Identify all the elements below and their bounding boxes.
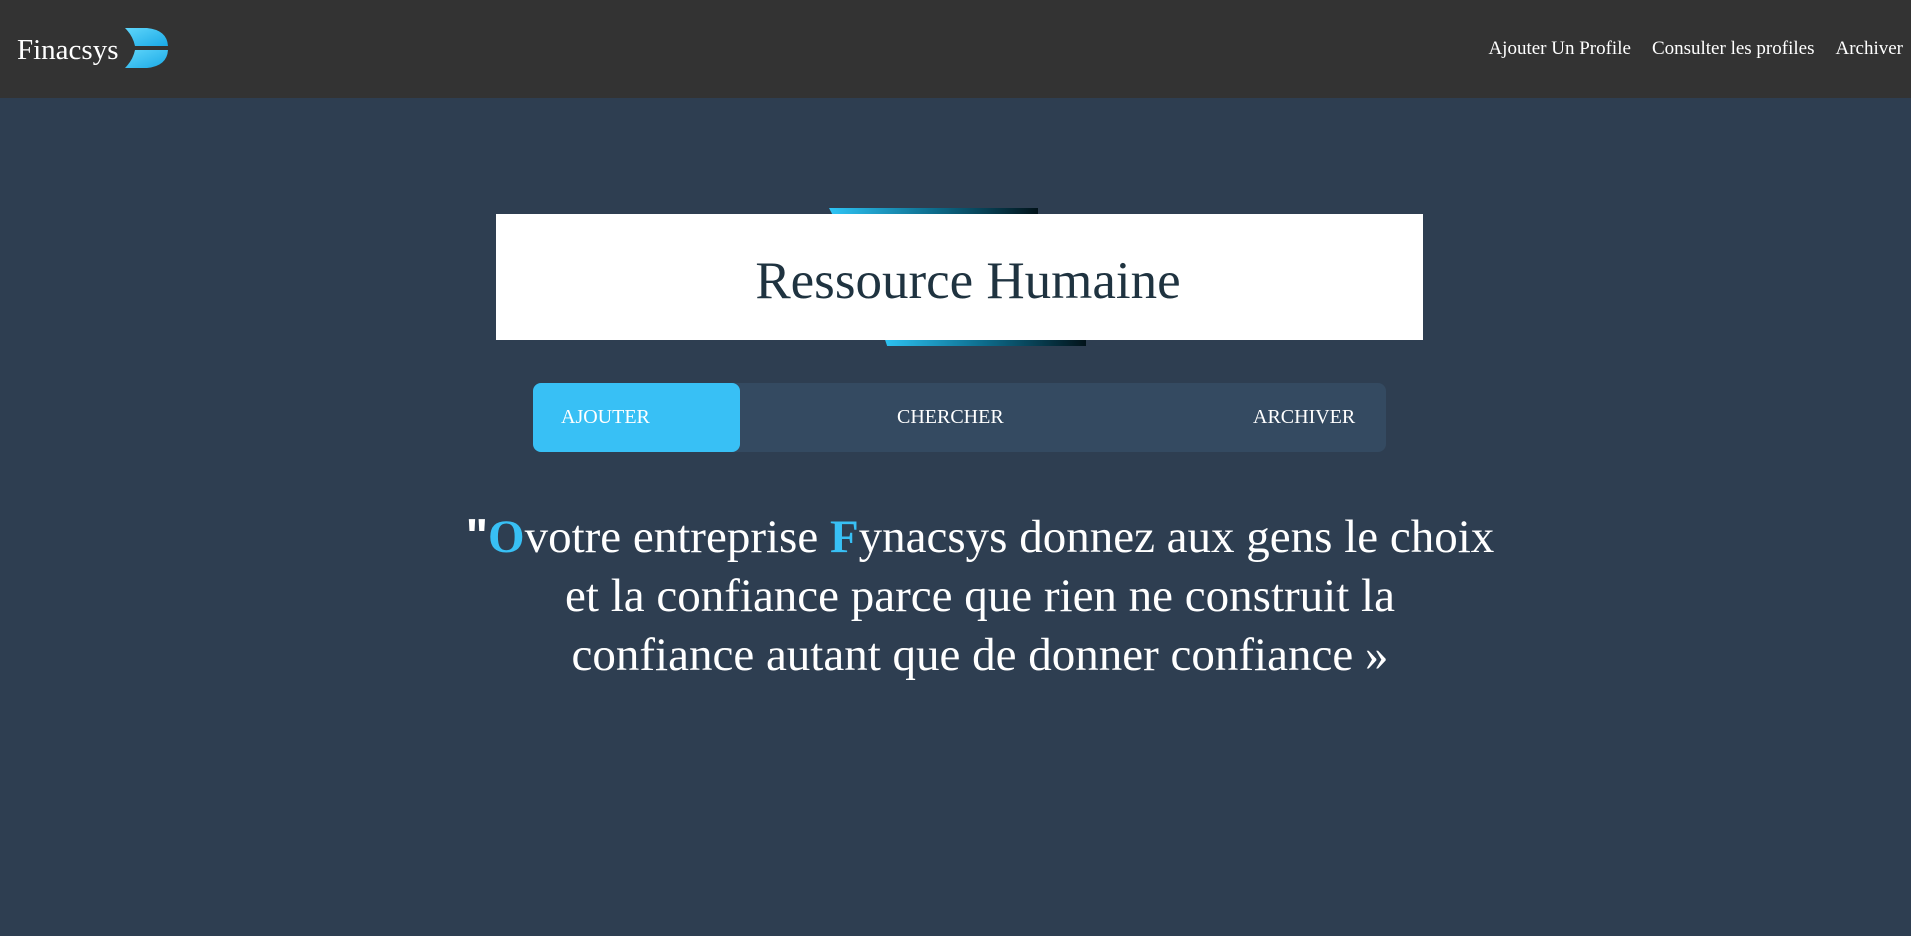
tab-chercher[interactable]: CHERCHER <box>897 383 1004 452</box>
title-card: Ressource Humaine <box>496 214 1423 340</box>
quote-text-part1: votre entreprise <box>524 511 830 563</box>
quote-open-mark: " <box>465 509 488 562</box>
tab-ajouter[interactable]: AJOUTER <box>533 383 740 452</box>
main-nav: Ajouter Un Profile Consulter les profile… <box>1488 38 1903 60</box>
nav-ajouter-profile[interactable]: Ajouter Un Profile <box>1488 38 1630 60</box>
brand-link[interactable]: Finacsys <box>17 28 171 72</box>
page-title: Ressource Humaine <box>755 252 1181 310</box>
action-tabs: AJOUTER CHERCHER ARCHIVER <box>533 383 1386 452</box>
top-navbar: Finacsys Ajouter Un Profile Consulter le… <box>0 0 1911 98</box>
quote-highlight-f: F <box>829 511 859 563</box>
quote-line2: et la confiance parce que rien ne constr… <box>565 570 1395 622</box>
quote-highlight-o: O <box>488 511 525 563</box>
brand-name: Finacsys <box>17 34 119 66</box>
title-section: Ressource Humaine <box>496 208 1423 346</box>
nav-consulter-profiles[interactable]: Consulter les profiles <box>1652 38 1815 60</box>
tab-archiver[interactable]: ARCHIVER <box>1253 383 1355 452</box>
quote-line3: confiance autant que de donner confiance… <box>571 629 1389 681</box>
nav-archiver[interactable]: Archiver <box>1835 38 1903 60</box>
quote-block: "Ovotre entreprise Fynacsys donnez aux g… <box>420 506 1540 685</box>
finacsys-logo-icon <box>124 28 169 68</box>
quote-line1-rest: ynacsys donnez aux gens le choix <box>858 511 1495 563</box>
